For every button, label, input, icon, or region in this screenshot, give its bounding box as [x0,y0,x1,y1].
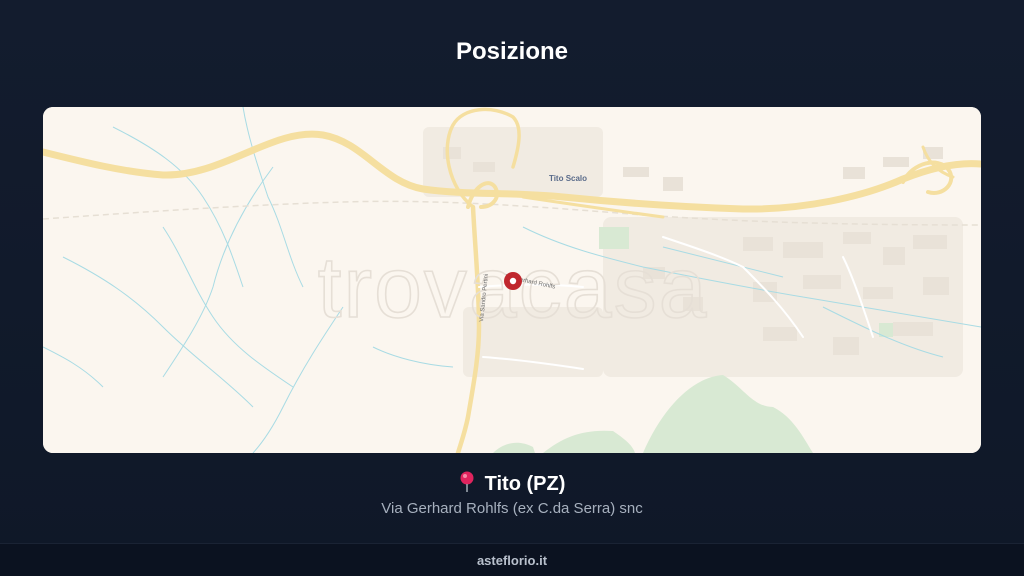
location-city: Tito (PZ) [484,473,566,495]
location-address: Via Gerhard Rohlfs (ex C.da Serra) snc [381,500,643,517]
map-pin-icon[interactable] [504,272,522,290]
page-title: Posizione [455,38,569,65]
footer-site[interactable]: asteflorio.it [0,543,1024,576]
map-view[interactable]: trovacasa Tito Scalo Via Sandro Pertini … [43,107,981,453]
location-heading: Tito (PZ) [0,470,1024,498]
locality-label: Tito Scalo [549,174,587,183]
round-pushpin-icon [459,471,475,493]
